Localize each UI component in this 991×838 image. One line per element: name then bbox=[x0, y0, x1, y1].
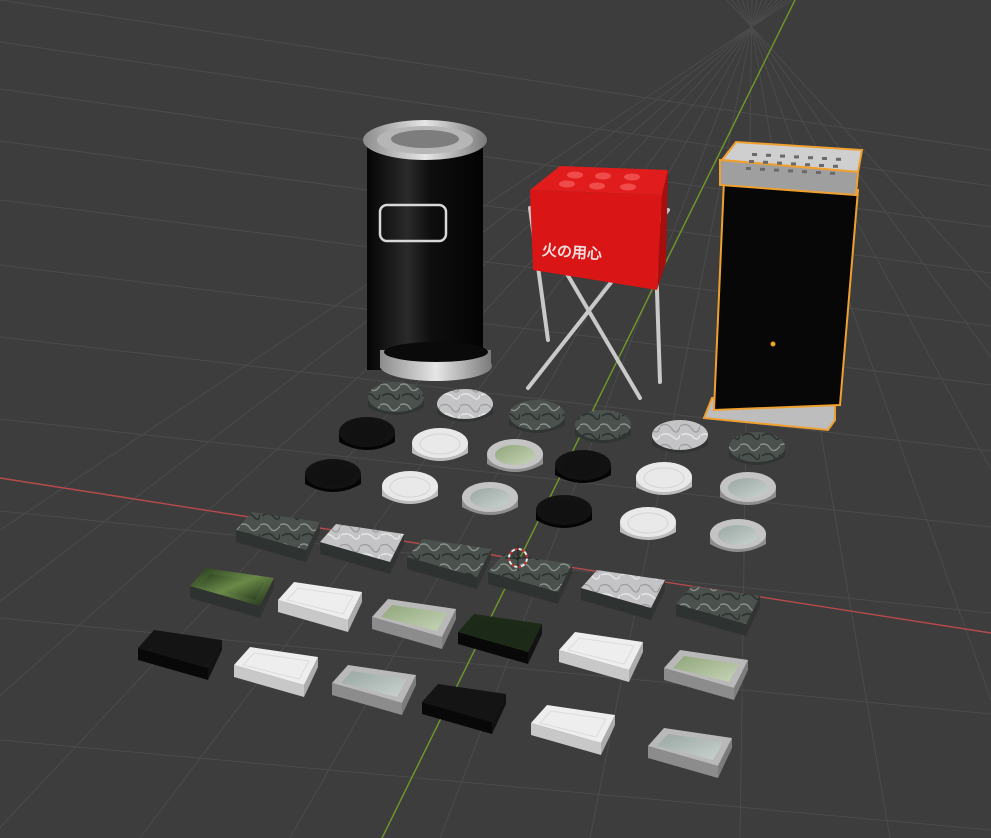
object-origin-icon bbox=[770, 341, 776, 347]
3d-viewport[interactable]: 火の用心 bbox=[0, 0, 991, 838]
round-ashtray[interactable] bbox=[652, 420, 708, 453]
round-ashtray[interactable] bbox=[555, 450, 611, 483]
round-ashtray[interactable] bbox=[729, 432, 785, 465]
round-ashtray[interactable] bbox=[720, 472, 776, 505]
round-ashtray[interactable] bbox=[382, 471, 438, 504]
round-ashtray[interactable] bbox=[462, 482, 518, 515]
round-ashtray[interactable] bbox=[636, 462, 692, 495]
round-ashtray[interactable] bbox=[710, 519, 766, 552]
round-ashtray[interactable] bbox=[620, 507, 676, 540]
round-ashtray[interactable] bbox=[575, 410, 631, 443]
standing-box-ashtray[interactable] bbox=[702, 140, 864, 432]
round-ashtray[interactable] bbox=[536, 495, 592, 528]
round-ashtray[interactable] bbox=[368, 382, 424, 415]
round-ashtray[interactable] bbox=[305, 459, 361, 492]
cylinder-ashtray-bin[interactable] bbox=[363, 120, 492, 381]
round-ashtray[interactable] bbox=[509, 400, 565, 433]
round-ashtray[interactable] bbox=[487, 439, 543, 472]
round-ashtray[interactable] bbox=[437, 389, 493, 422]
round-ashtray[interactable] bbox=[412, 428, 468, 461]
round-ashtray[interactable] bbox=[339, 417, 395, 450]
